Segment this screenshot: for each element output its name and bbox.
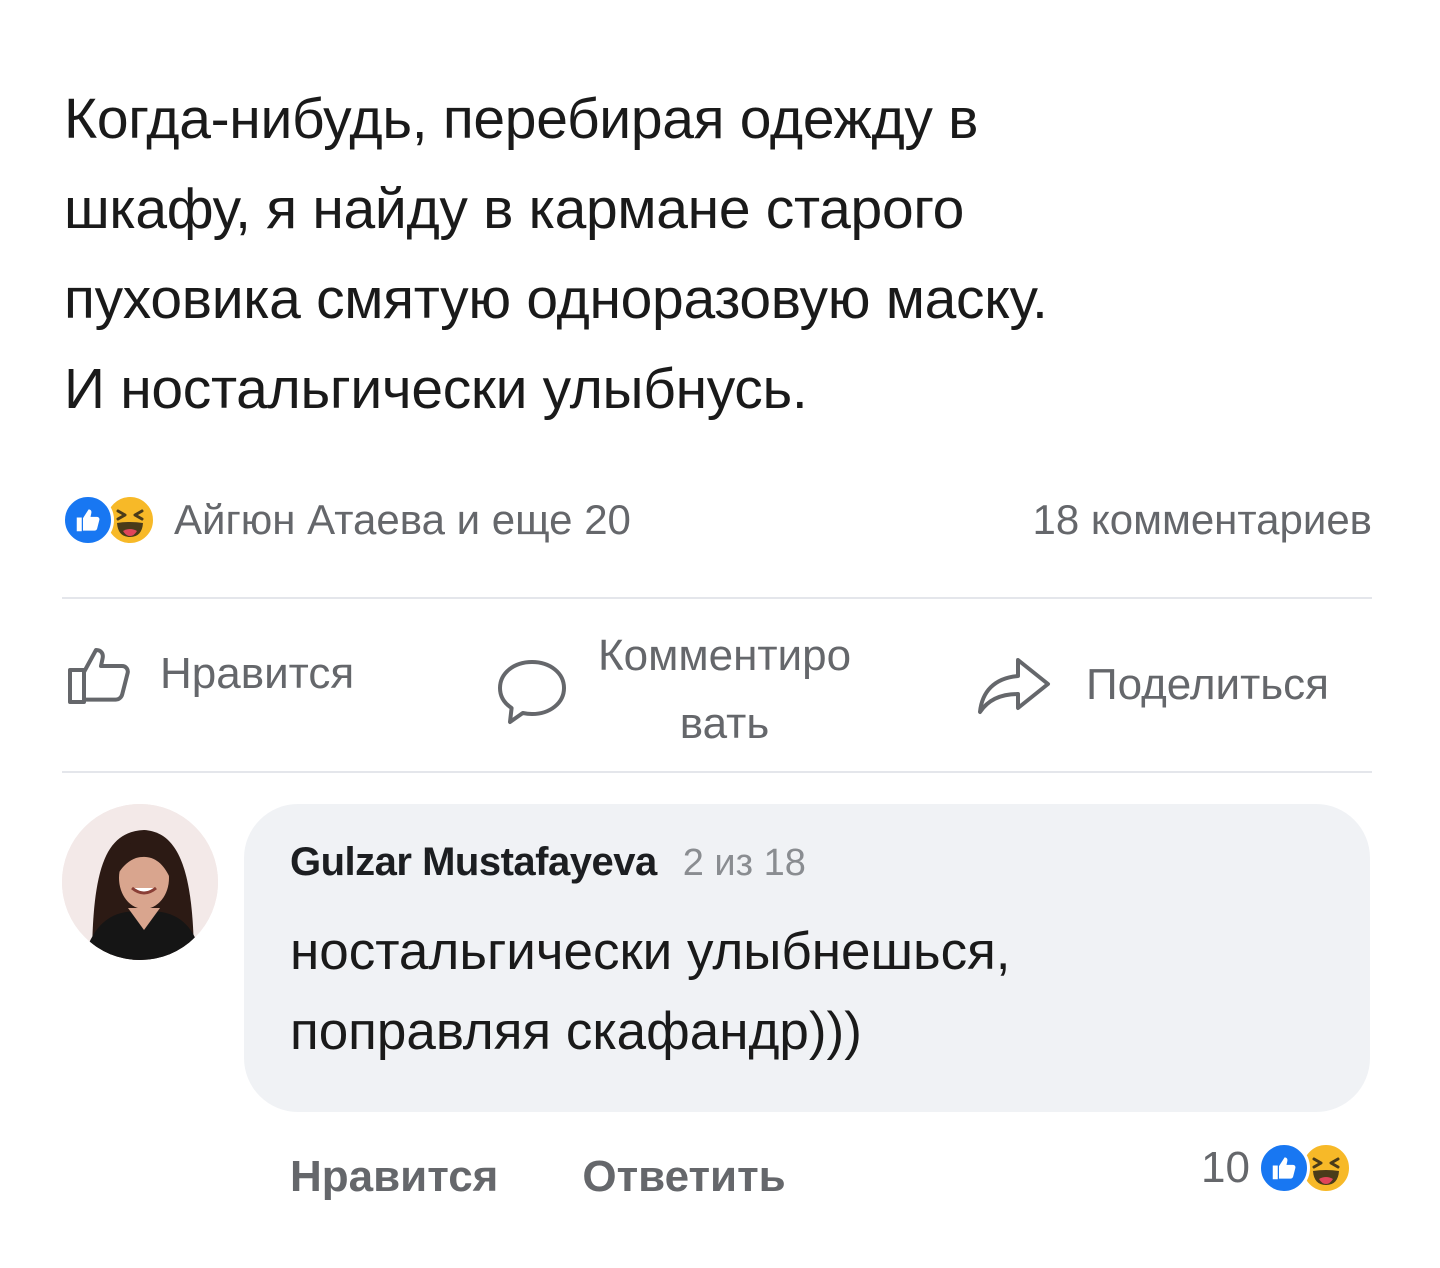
post-text-line: пуховика смятую одноразовую маску. bbox=[64, 267, 1048, 331]
comment-text-line: поправляя скафандр))) bbox=[290, 1002, 862, 1061]
comment-actions: Нравится Ответить 10 bbox=[290, 1142, 1380, 1212]
reactions-names: Айгюн Атаева и еще 20 bbox=[174, 496, 631, 543]
share-arrow-icon bbox=[978, 658, 1050, 714]
comment-text-line: ностальгически улыбнешься, bbox=[290, 922, 1011, 981]
like-icon bbox=[62, 494, 114, 546]
like-button[interactable]: Нравится bbox=[66, 642, 354, 706]
comment-label-line: Комментиро bbox=[598, 631, 852, 680]
comment-text: ностальгически улыбнешься, поправляя ска… bbox=[290, 912, 1370, 1072]
post-text-line: И ностальгически улыбнусь. bbox=[64, 357, 808, 421]
comment-index: 2 из 18 bbox=[682, 842, 806, 884]
share-button[interactable]: Поделиться bbox=[974, 654, 1329, 716]
reaction-icons bbox=[62, 494, 156, 546]
comment-label-line: вать bbox=[679, 699, 770, 748]
like-label: Нравится bbox=[160, 649, 355, 698]
divider bbox=[62, 771, 1372, 773]
post-text-line: Когда-нибудь, перебирая одежду в bbox=[64, 87, 979, 151]
comment-button[interactable]: Комментиро вать bbox=[494, 622, 851, 758]
comment-reactions[interactable]: 10 bbox=[1201, 1142, 1370, 1194]
comment-like-button[interactable]: Нравится bbox=[290, 1152, 498, 1202]
comment-reply-button[interactable]: Ответить bbox=[582, 1152, 785, 1202]
comment-reaction-icons bbox=[1258, 1142, 1352, 1194]
post-text-line: шкафу, я найду в кармане старого bbox=[64, 177, 964, 241]
divider bbox=[62, 597, 1372, 599]
comment-header: Gulzar Mustafayeva 2 из 18 bbox=[290, 840, 1370, 906]
like-icon bbox=[1258, 1142, 1310, 1194]
post-action-bar: Нравится Комментиро вать Поделиться bbox=[62, 612, 1402, 760]
avatar[interactable] bbox=[62, 804, 218, 960]
comment-bubble-icon bbox=[498, 660, 566, 724]
comment-author[interactable]: Gulzar Mustafayeva bbox=[290, 840, 657, 885]
reactions-summary: Айгюн Атаева и еще 20 18 комментариев bbox=[62, 488, 1372, 552]
comments-count-link[interactable]: 18 комментариев bbox=[1032, 496, 1372, 544]
reactions-left[interactable]: Айгюн Атаева и еще 20 bbox=[62, 494, 631, 546]
thumbs-up-icon bbox=[68, 648, 130, 704]
post-text: Когда-нибудь, перебирая одежду в шкафу, … bbox=[64, 74, 1404, 434]
share-label: Поделиться bbox=[1086, 660, 1329, 709]
comment-reaction-count: 10 bbox=[1201, 1143, 1250, 1192]
comment-bubble: Gulzar Mustafayeva 2 из 18 ностальгическ… bbox=[244, 804, 1370, 1112]
comment-label: Комментиро вать bbox=[598, 622, 851, 758]
